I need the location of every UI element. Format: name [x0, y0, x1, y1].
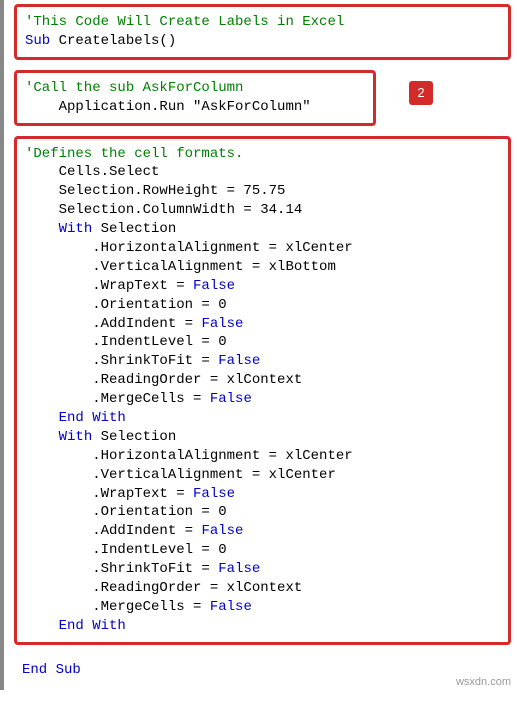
code-text: .WrapText = — [25, 278, 193, 294]
code-box-1: 1 'This Code Will Create Labels in Excel… — [14, 4, 511, 60]
code-line: .ShrinkToFit = False — [25, 560, 500, 579]
code-line: .ShrinkToFit = False — [25, 352, 500, 371]
indent — [25, 618, 59, 634]
code-line: Selection.ColumnWidth = 34.14 — [25, 201, 500, 220]
code-text: Selection — [92, 221, 176, 237]
code-line: End With — [25, 617, 500, 636]
badge-2: 2 — [409, 81, 433, 105]
code-line: Cells.Select — [25, 163, 500, 182]
code-text: .MergeCells = — [25, 391, 210, 407]
code-line: .HorizontalAlignment = xlCenter — [25, 447, 500, 466]
code-line: Application.Run "AskForColumn" — [25, 98, 365, 117]
code-line: .ReadingOrder = xlContext — [25, 579, 500, 598]
code-text: .ShrinkToFit = — [25, 561, 218, 577]
code-text: .MergeCells = — [25, 599, 210, 615]
code-container: 1 'This Code Will Create Labels in Excel… — [0, 0, 517, 690]
code-line: .VerticalAlignment = xlCenter — [25, 466, 500, 485]
code-line: .WrapText = False — [25, 485, 500, 504]
code-text: .WrapText = — [25, 486, 193, 502]
code-text: .AddIndent = — [25, 316, 201, 332]
code-text: Selection — [92, 429, 176, 445]
code-line: With Selection — [25, 428, 500, 447]
literal-false: False — [193, 278, 235, 294]
code-line: .HorizontalAlignment = xlCenter — [25, 239, 500, 258]
code-text: .ShrinkToFit = — [25, 353, 218, 369]
code-line: .MergeCells = False — [25, 598, 500, 617]
code-line: Sub Createlabels() — [25, 32, 500, 51]
code-line: .MergeCells = False — [25, 390, 500, 409]
indent — [25, 429, 59, 445]
indent — [25, 410, 59, 426]
keyword-with: With — [59, 221, 93, 237]
indent — [25, 221, 59, 237]
code-line: .IndentLevel = 0 — [25, 333, 500, 352]
keyword-endsub: End Sub — [22, 661, 503, 680]
code-box-2: 2 'Call the sub AskForColumn Application… — [14, 70, 376, 126]
literal-false: False — [193, 486, 235, 502]
keyword-with: With — [59, 429, 93, 445]
code-line: .VerticalAlignment = xlBottom — [25, 258, 500, 277]
code-line: .Orientation = 0 — [25, 296, 500, 315]
literal-false: False — [201, 316, 243, 332]
literal-false: False — [210, 599, 252, 615]
code-tail: End Sub — [14, 655, 511, 686]
code-line: .ReadingOrder = xlContext — [25, 371, 500, 390]
code-line: .Orientation = 0 — [25, 503, 500, 522]
keyword-endwith: End With — [59, 618, 126, 634]
code-line: .WrapText = False — [25, 277, 500, 296]
code-line: With Selection — [25, 220, 500, 239]
keyword-endwith: End With — [59, 410, 126, 426]
literal-false: False — [210, 391, 252, 407]
code-line: .AddIndent = False — [25, 522, 500, 541]
literal-false: False — [201, 523, 243, 539]
code-line: 'Call the sub AskForColumn — [25, 79, 365, 98]
literal-false: False — [218, 353, 260, 369]
code-box-3: 3 'Defines the cell formats. Cells.Selec… — [14, 136, 511, 645]
literal-false: False — [218, 561, 260, 577]
code-line: Selection.RowHeight = 75.75 — [25, 182, 500, 201]
keyword-sub: Sub — [25, 33, 50, 49]
watermark: wsxdn.com — [456, 676, 511, 688]
code-text: Createlabels() — [50, 33, 176, 49]
code-text: .AddIndent = — [25, 523, 201, 539]
code-line: .AddIndent = False — [25, 315, 500, 334]
code-line: 'This Code Will Create Labels in Excel — [25, 13, 500, 32]
code-line: .IndentLevel = 0 — [25, 541, 500, 560]
code-line: 'Defines the cell formats. — [25, 145, 500, 164]
code-line: End With — [25, 409, 500, 428]
